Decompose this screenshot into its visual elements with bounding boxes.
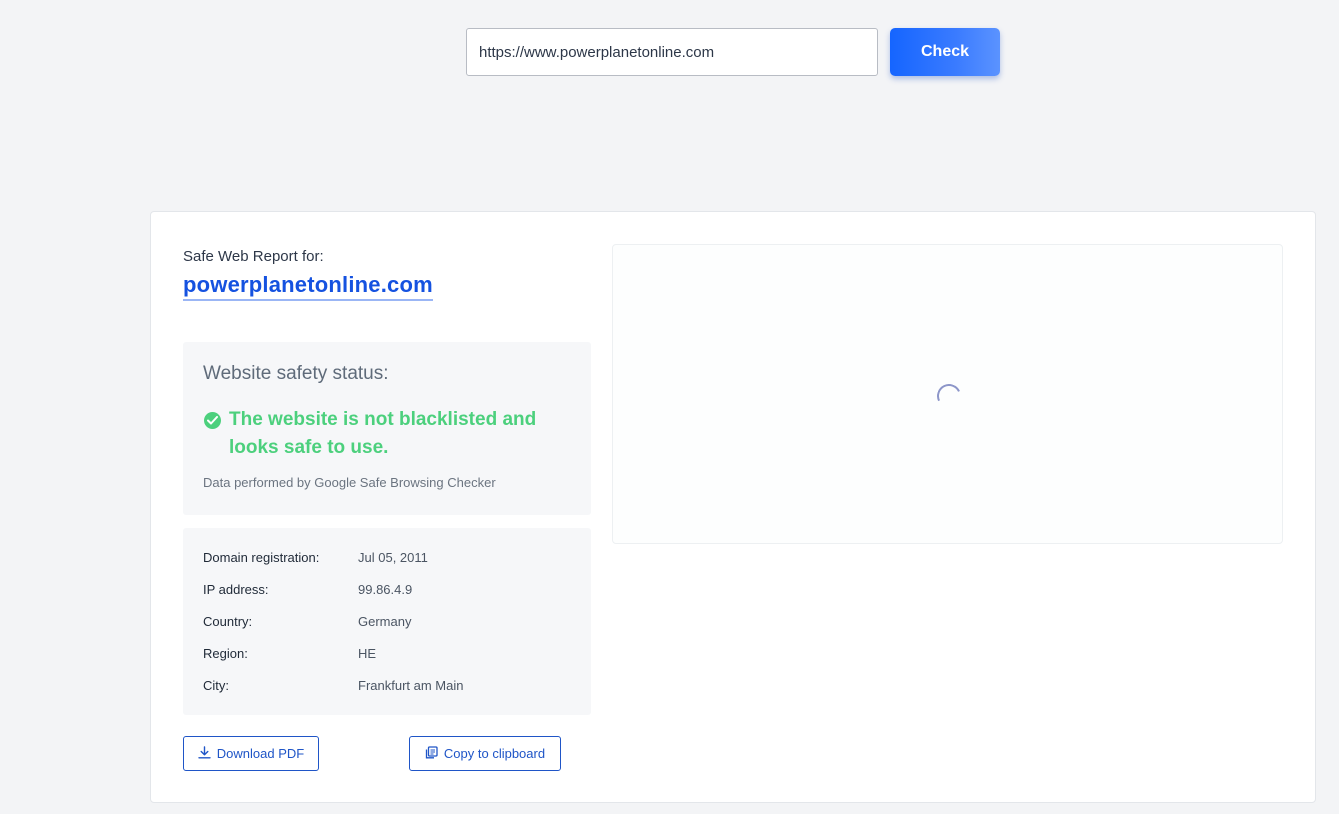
- download-pdf-button[interactable]: Download PDF: [183, 736, 319, 771]
- report-domain-link[interactable]: powerplanetonline.com: [183, 272, 433, 301]
- info-key: Country:: [203, 614, 253, 629]
- info-key: Region:: [203, 646, 248, 661]
- safety-status-source: Data performed by Google Safe Browsing C…: [203, 475, 496, 490]
- safety-status-title: Website safety status:: [203, 363, 389, 384]
- safety-status-box: Website safety status: The website is no…: [183, 342, 591, 515]
- report-card: Safe Web Report for: powerplanetonline.c…: [150, 211, 1316, 803]
- info-value: Germany: [358, 614, 412, 629]
- info-value: Jul 05, 2011: [358, 550, 428, 565]
- info-value: HE: [358, 646, 377, 661]
- info-key: Domain registration:: [203, 550, 320, 565]
- check-circle-icon: [204, 412, 221, 429]
- download-pdf-label: Download PDF: [216, 746, 305, 761]
- loading-spinner-icon: [933, 380, 965, 412]
- info-value: 99.86.4.9: [358, 582, 413, 597]
- info-key: City:: [203, 678, 229, 693]
- safety-status-text: The website is not blacklisted and looks…: [229, 409, 537, 458]
- copy-to-clipboard-label: Copy to clipboard: [443, 746, 546, 761]
- download-icon: [198, 745, 211, 762]
- check-button[interactable]: Check: [890, 28, 1000, 76]
- report-label: Safe Web Report for:: [183, 248, 324, 265]
- url-input[interactable]: [466, 28, 878, 76]
- copy-to-clipboard-button[interactable]: Copy to clipboard: [409, 736, 561, 771]
- website-preview-panel: [612, 244, 1283, 544]
- copy-icon: [425, 745, 438, 762]
- info-value: Frankfurt am Main: [358, 678, 464, 693]
- info-key: IP address:: [203, 582, 269, 597]
- domain-info-box: Domain registration: Jul 05, 2011 IP add…: [183, 528, 591, 715]
